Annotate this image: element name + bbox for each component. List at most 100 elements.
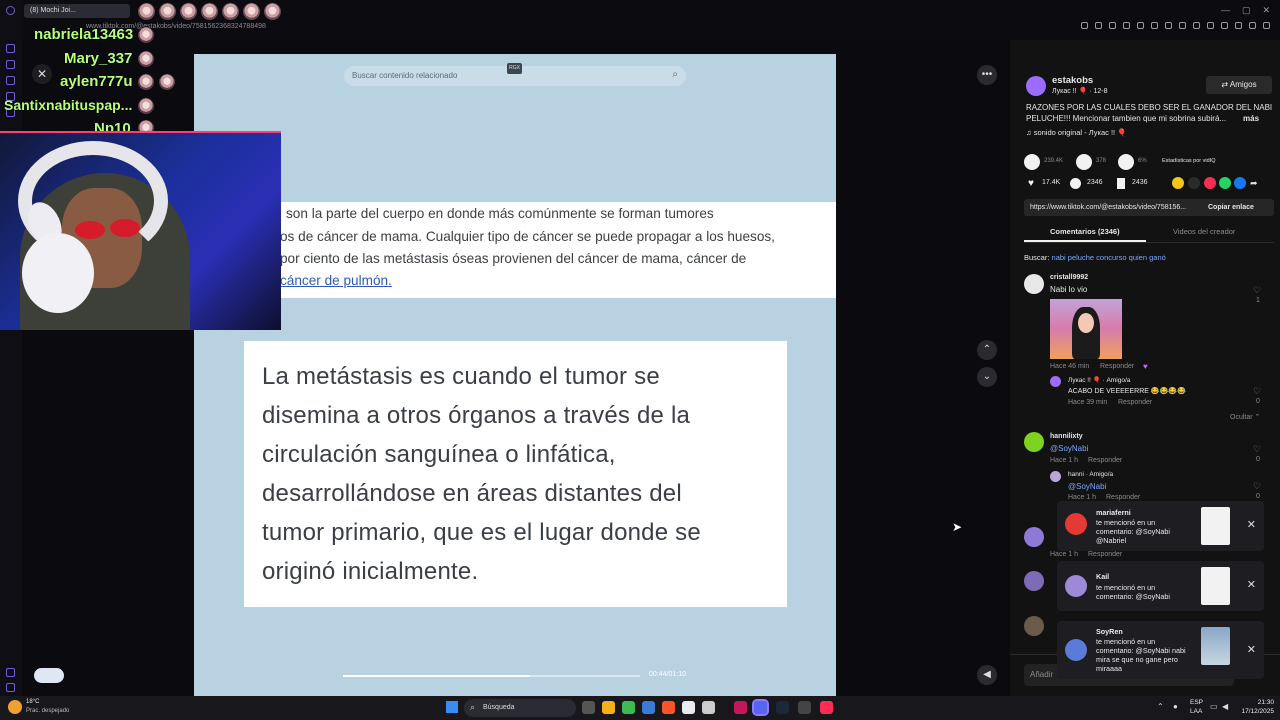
obs-icon[interactable] bbox=[798, 701, 811, 714]
tab-creator-videos[interactable]: Videos del creador bbox=[1173, 227, 1235, 236]
sidebar-app-icon[interactable] bbox=[6, 76, 15, 85]
copy-link-button[interactable]: Copiar enlace bbox=[1208, 204, 1254, 211]
toggle-switch[interactable] bbox=[34, 668, 64, 683]
brave-icon[interactable] bbox=[662, 701, 675, 714]
weather-icon[interactable] bbox=[8, 700, 22, 714]
windows-start-icon[interactable] bbox=[446, 701, 458, 713]
author-avatar[interactable] bbox=[1026, 76, 1046, 96]
heart-icon[interactable]: ♥ bbox=[1028, 178, 1034, 189]
bookmark-icon[interactable] bbox=[1117, 178, 1125, 189]
tray-chevron-icon[interactable]: ⌃ bbox=[1157, 702, 1164, 711]
commenter-avatar[interactable] bbox=[1024, 616, 1044, 636]
language-line1[interactable]: ESP bbox=[1190, 699, 1203, 706]
discord-icon[interactable] bbox=[752, 699, 769, 716]
extension-icon[interactable] bbox=[1081, 22, 1088, 29]
capcut-icon[interactable] bbox=[702, 701, 715, 714]
coin-icon[interactable] bbox=[1172, 177, 1184, 189]
more-options-button[interactable]: ••• bbox=[977, 65, 997, 85]
clock-time[interactable]: 21:30 bbox=[1240, 699, 1274, 706]
network-icon[interactable]: ▭ bbox=[1210, 702, 1218, 711]
comment-like-icon[interactable]: ♡ bbox=[1253, 285, 1261, 296]
reply-user[interactable]: hanni · Amigo/a bbox=[1068, 471, 1113, 478]
extension-icon[interactable] bbox=[1235, 22, 1242, 29]
send-icon[interactable] bbox=[1204, 177, 1216, 189]
comment-icon[interactable] bbox=[1070, 178, 1081, 189]
share-arrow-icon[interactable]: ➦ bbox=[1250, 178, 1258, 189]
play-icon[interactable] bbox=[1024, 154, 1040, 170]
related-search[interactable]: Buscar: nabi peluche concurso quien ganó bbox=[1024, 253, 1166, 262]
opera-icon[interactable] bbox=[734, 701, 747, 714]
maximize-icon[interactable]: ▢ bbox=[1242, 5, 1251, 16]
close-icon[interactable]: ✕ bbox=[1247, 578, 1256, 591]
video-player[interactable]: Buscar contenido relacionado ⌕ RGX son l… bbox=[194, 54, 836, 696]
clock-date[interactable]: 17/12/2025 bbox=[1236, 708, 1274, 715]
comment-mention[interactable]: @SoyNabi bbox=[1068, 482, 1106, 491]
language-line2[interactable]: LAA bbox=[1190, 708, 1202, 715]
extension-icon[interactable] bbox=[1249, 22, 1256, 29]
tiktok-icon[interactable] bbox=[820, 701, 833, 714]
video-progress-bar[interactable] bbox=[343, 675, 640, 677]
extension-icon[interactable] bbox=[1165, 22, 1172, 29]
extension-icon[interactable] bbox=[1207, 22, 1214, 29]
next-video-button[interactable]: ⌄ bbox=[977, 367, 997, 387]
reply-avatar[interactable] bbox=[1050, 471, 1061, 482]
sidebar-settings-icon[interactable] bbox=[6, 668, 15, 677]
commenter-avatar[interactable] bbox=[1024, 274, 1044, 294]
commenter-avatar[interactable] bbox=[1024, 571, 1044, 591]
notification-toast[interactable]: Kail te mencionó en un comentario: @SoyN… bbox=[1057, 561, 1264, 611]
facebook-icon[interactable] bbox=[1234, 177, 1246, 189]
sidebar-app-icon[interactable] bbox=[6, 44, 15, 53]
reply-button[interactable]: Responder bbox=[1088, 457, 1122, 464]
comment-like-icon[interactable]: ♡ bbox=[1253, 481, 1261, 492]
reply-button[interactable]: Responder bbox=[1106, 494, 1140, 501]
app-icon[interactable] bbox=[642, 701, 655, 714]
steam-icon[interactable] bbox=[776, 701, 789, 714]
comment-like-icon[interactable]: ♡ bbox=[1253, 444, 1261, 455]
extension-icon[interactable] bbox=[1095, 22, 1102, 29]
close-icon[interactable]: ✕ bbox=[1247, 643, 1256, 656]
sound-label[interactable]: ♫ sonido original - Лукас !! 🎈 bbox=[1026, 128, 1127, 137]
task-view-icon[interactable] bbox=[582, 701, 595, 714]
commenter-avatar[interactable] bbox=[1024, 527, 1044, 547]
reply-avatar[interactable] bbox=[1050, 376, 1061, 387]
reply-button[interactable]: Responder bbox=[1088, 551, 1122, 558]
close-window-icon[interactable]: ✕ bbox=[1262, 5, 1270, 16]
extension-icon[interactable] bbox=[1221, 22, 1228, 29]
commenter-avatar[interactable] bbox=[1024, 432, 1044, 452]
minecraft-icon[interactable] bbox=[622, 701, 635, 714]
author-name[interactable]: estakobs bbox=[1052, 75, 1093, 86]
caption-more-link[interactable]: más bbox=[1243, 114, 1259, 123]
close-overlay-button[interactable]: ✕ bbox=[32, 64, 52, 84]
browser-logo-icon[interactable] bbox=[6, 6, 15, 15]
stats-label[interactable]: Estadísticas por vidIQ bbox=[1162, 158, 1216, 164]
notification-toast[interactable]: mariaferni te mencionó en un comentario:… bbox=[1057, 501, 1264, 551]
comment-user[interactable]: cristall9992 bbox=[1050, 274, 1088, 281]
extension-icon[interactable] bbox=[1151, 22, 1158, 29]
extension-icon[interactable] bbox=[1179, 22, 1186, 29]
reply-button[interactable]: Responder bbox=[1118, 399, 1152, 406]
minimize-icon[interactable]: — bbox=[1221, 5, 1230, 16]
sidebar-more-icon[interactable] bbox=[6, 683, 15, 692]
comment-mention[interactable]: @SoyNabi bbox=[1050, 444, 1088, 453]
embed-icon[interactable] bbox=[1188, 177, 1200, 189]
sidebar-app-icon[interactable] bbox=[6, 60, 15, 69]
reply-button[interactable]: Responder bbox=[1100, 363, 1134, 370]
extension-icon[interactable] bbox=[1123, 22, 1130, 29]
whatsapp-icon[interactable] bbox=[1219, 177, 1231, 189]
extension-icon[interactable] bbox=[1137, 22, 1144, 29]
friends-button[interactable]: ⇄ Amigos bbox=[1206, 76, 1272, 94]
notification-toast[interactable]: SoyRen te mencionó en un comentario: @So… bbox=[1057, 621, 1264, 679]
close-icon[interactable]: ✕ bbox=[1247, 518, 1256, 531]
hide-replies-button[interactable]: Ocultar ⌃ bbox=[1230, 413, 1260, 421]
file-explorer-icon[interactable] bbox=[602, 701, 615, 714]
browser-tab[interactable]: (8) Mochi Joi... bbox=[24, 4, 130, 18]
share-stat-icon[interactable] bbox=[1076, 154, 1092, 170]
volume-tray-icon[interactable]: ◀ bbox=[1222, 702, 1228, 711]
video-link[interactable]: https://www.tiktok.com/@estakobs/video/7… bbox=[1030, 204, 1186, 211]
reply-user[interactable]: Лукас !! 🎈 · Amigo/a bbox=[1068, 376, 1130, 384]
previous-video-button[interactable]: ⌃ bbox=[977, 340, 997, 360]
notion-icon[interactable] bbox=[682, 701, 695, 714]
tab-comments[interactable]: Comentarios (2346) bbox=[1050, 227, 1120, 236]
repost-stat-icon[interactable] bbox=[1118, 154, 1134, 170]
comment-user[interactable]: hannilixty bbox=[1050, 433, 1083, 440]
